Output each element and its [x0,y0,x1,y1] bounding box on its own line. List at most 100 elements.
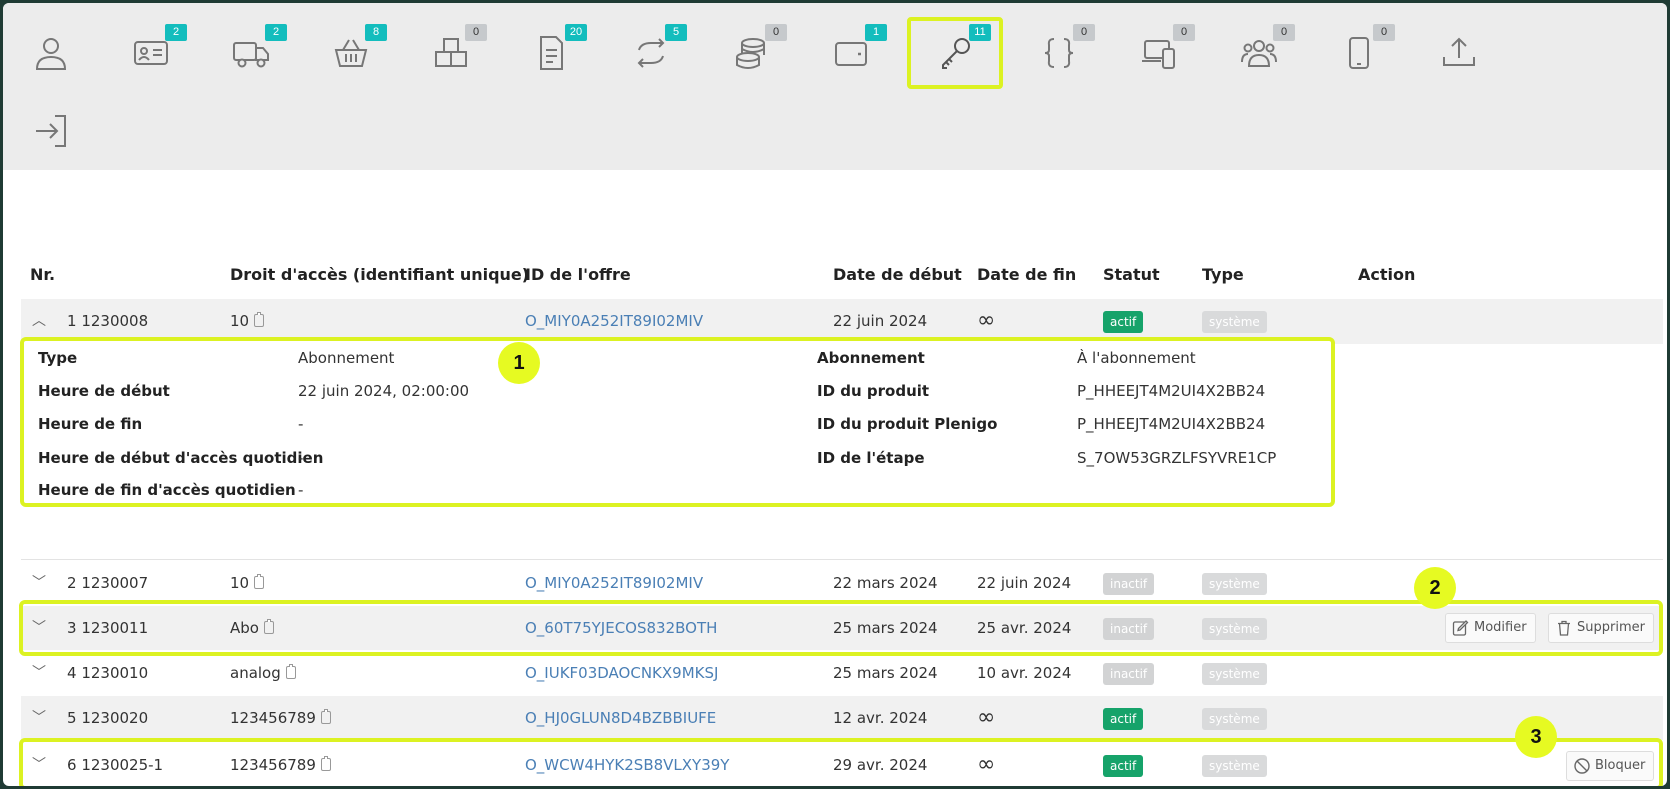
block-icon [1574,758,1590,774]
col-header-access-right[interactable]: Droit d'accès (identifiant unique) [230,265,529,284]
modify-button[interactable]: Modifier [1445,613,1536,643]
chevron-down-icon[interactable]: ﹀ [32,743,46,786]
tab-access-rights[interactable]: 11 [907,17,1003,89]
tab-id-card[interactable]: 2 [103,17,199,89]
badge-count: 0 [1173,24,1195,41]
table-row[interactable]: ﹀ 4 1230010 analog O_IUKF03DAOCNKX9MKSJ … [21,651,1663,695]
tab-products[interactable]: 0 [403,17,499,89]
offer-id-link[interactable]: O_MIY0A252IT89I02MIV [525,561,703,605]
tab-wallet[interactable]: 1 [803,17,899,89]
tab-users[interactable]: 0 [1211,17,1307,89]
end-date: ∞ [977,705,996,730]
detail-value: - [298,415,304,433]
type-badge: système [1202,754,1267,777]
detail-label: Type [38,349,78,367]
copy-icon[interactable] [254,574,265,589]
status-badge: actif [1103,754,1144,777]
col-header-status[interactable]: Statut [1103,265,1160,284]
status-badge: actif [1103,707,1144,730]
block-button[interactable]: Bloquer [1566,751,1655,781]
end-date: 10 avr. 2024 [977,664,1072,682]
app-window: 2 2 8 0 20 5 0 1 11 0 0 0 0 Nr. Droit d'… [3,3,1667,786]
type-badge: système [1202,310,1267,333]
detail-label: Heure de début [38,382,170,400]
start-date: 12 avr. 2024 [833,709,928,727]
copy-icon[interactable] [320,756,331,771]
status-badge: actif [1103,310,1144,333]
row-number: 1 [67,312,77,330]
offer-id-link[interactable]: O_HJ0GLUN8D4BZBBIUFE [525,696,716,740]
badge-count: 2 [165,24,187,41]
badge-count: 0 [1073,24,1095,41]
badge-count: 11 [969,24,991,41]
access-right-value: Abo [230,619,259,637]
sign-in-icon [36,115,66,147]
tab-mobile[interactable]: 0 [1311,17,1407,89]
customer-nav-bar: 2 2 8 0 20 5 0 1 11 0 0 0 0 [3,3,1667,170]
row-number: 3 [67,619,77,637]
detail-label: ID de l'étape [817,449,925,467]
tab-api[interactable]: 0 [1011,17,1107,89]
callout-1: 1 [498,342,540,384]
table-row[interactable]: ﹀ 5 1230020 123456789 O_HJ0GLUN8D4BZBBIU… [21,696,1663,740]
offer-id-link[interactable]: O_IUKF03DAOCNKX9MKSJ [525,651,718,695]
col-header-nr[interactable]: Nr. [30,265,55,284]
col-header-offer-id[interactable]: ID de l'offre [525,265,631,284]
table-row[interactable]: ﹀ 3 1230011 Abo O_60T75YJECOS832BOTH 25 … [21,606,1663,650]
tab-credits[interactable]: 0 [703,17,799,89]
col-header-type[interactable]: Type [1202,265,1244,284]
col-header-action: Action [1358,265,1416,284]
offer-id-link[interactable]: O_WCW4HYK2SB8VLXY39Y [525,743,729,786]
detail-label: ID du produit Plenigo [817,415,998,433]
detail-label: Heure de début d'accès quotidien [38,449,324,467]
col-header-end-date[interactable]: Date de fin [977,265,1076,284]
trash-icon [1558,620,1570,636]
edit-icon [1452,620,1469,636]
offer-id-link[interactable]: O_60T75YJECOS832BOTH [525,606,717,650]
type-badge: système [1202,662,1267,685]
status-badge: inactif [1103,617,1155,640]
tab-user[interactable] [3,17,99,89]
badge-count: 1 [865,24,887,41]
tab-export[interactable] [1411,17,1507,89]
chevron-down-icon[interactable]: ﹀ [32,696,46,740]
type-badge: système [1202,617,1267,640]
access-right-value: 10 [230,312,250,330]
badge-count: 0 [1373,24,1395,41]
row-number: 4 [67,664,77,682]
row-id: 1230007 [81,574,149,592]
tab-orders[interactable]: 8 [303,17,399,89]
tab-devices[interactable]: 0 [1111,17,1207,89]
copy-icon[interactable] [285,664,296,679]
detail-label: ID du produit [817,382,930,400]
tab-shipping[interactable]: 2 [203,17,299,89]
detail-value: 22 juin 2024, 02:00:00 [298,382,470,400]
access-right-value: analog [230,664,281,682]
detail-value: P_HHEEJT4M2UI4X2BB24 [1077,415,1266,433]
start-date: 25 mars 2024 [833,619,938,637]
chevron-down-icon[interactable]: ﹀ [32,561,46,605]
subscription-link[interactable]: À l'abonnement [1077,349,1196,367]
copy-icon[interactable] [320,709,331,724]
badge-count: 8 [365,24,387,41]
start-date: 22 mars 2024 [833,574,938,592]
end-date: 25 avr. 2024 [977,619,1072,637]
chevron-down-icon[interactable]: ﹀ [32,606,46,650]
badge-count: 20 [565,24,587,41]
status-badge: inactif [1103,572,1155,595]
start-date: 29 avr. 2024 [833,756,928,774]
row-id: 1230011 [81,619,149,637]
copy-icon[interactable] [254,312,265,327]
delete-button[interactable]: Supprimer [1548,613,1654,643]
badge-count: 2 [265,24,287,41]
tab-login[interactable] [21,101,81,161]
tab-invoices[interactable]: 20 [503,17,599,89]
access-right-value: 123456789 [230,709,316,727]
copy-icon[interactable] [263,619,274,634]
block-label: Bloquer [1595,758,1646,773]
badge-count: 0 [465,24,487,41]
col-header-start-date[interactable]: Date de début [833,265,962,284]
table-row[interactable]: ﹀ 6 1230025-1 123456789 O_WCW4HYK2SB8VLX… [21,743,1663,786]
tab-subscriptions[interactable]: 5 [603,17,699,89]
chevron-down-icon[interactable]: ﹀ [32,651,46,695]
